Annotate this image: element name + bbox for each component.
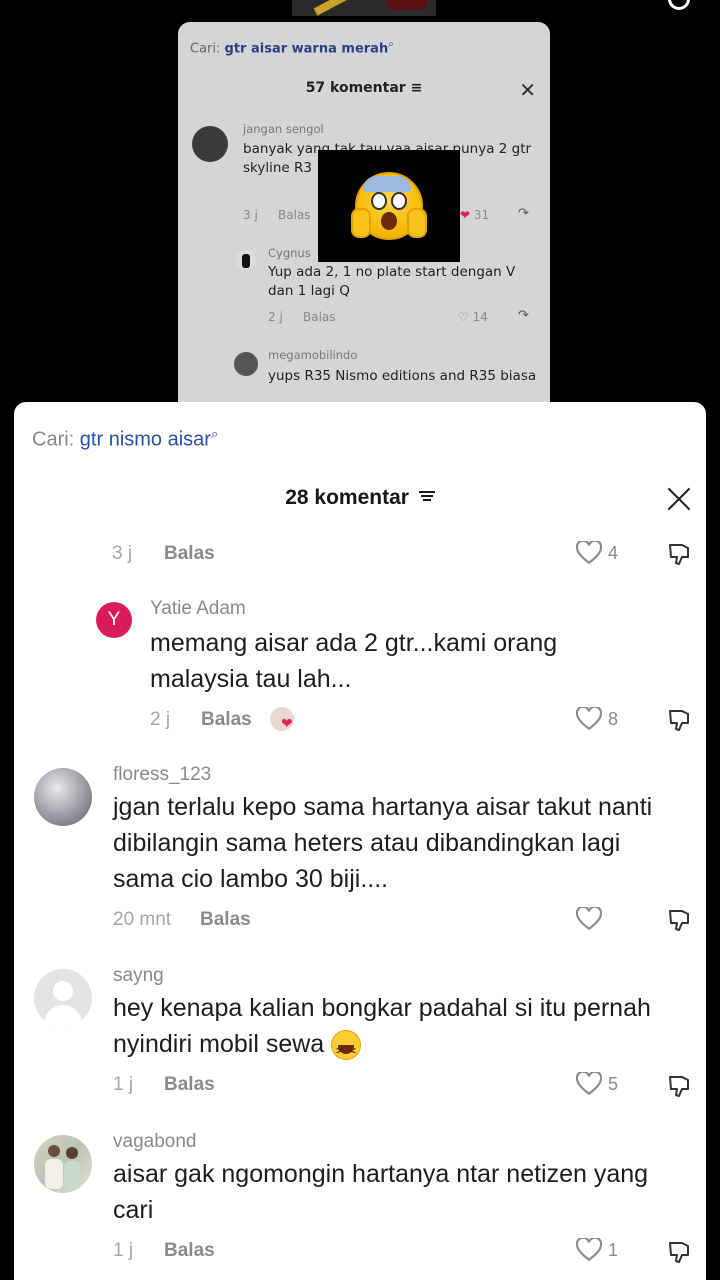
username[interactable]: vagabond — [113, 1131, 196, 1153]
bg-reply-button: Balas — [278, 208, 311, 222]
like-button[interactable]: 1 — [576, 1238, 618, 1262]
reply-button[interactable]: Balas — [201, 709, 252, 731]
username[interactable]: floress_123 — [113, 764, 211, 786]
bg-username: jangan sengol — [243, 122, 324, 136]
bg-comment-count: 57 komentar ≡ — [305, 80, 423, 96]
comment-time: 3 j — [112, 543, 133, 564]
avatar — [234, 352, 258, 376]
dislike-icon[interactable] — [666, 1072, 694, 1100]
bg-username: Cygnus — [268, 246, 311, 260]
video-thumbnail-strip — [292, 0, 436, 16]
bg-like: ❤ 31 — [460, 208, 490, 222]
dislike-icon: ↷ — [518, 206, 529, 221]
heart-icon — [576, 1072, 602, 1096]
like-button[interactable] — [576, 907, 608, 931]
comment-time: 1 j — [113, 1074, 134, 1095]
dislike-icon[interactable] — [666, 540, 694, 568]
bg-comment-time: 3 j — [243, 208, 258, 222]
search-icon: ⌕ — [210, 426, 219, 441]
comment-text: jgan terlalu kepo sama hartanya aisar ta… — [113, 793, 653, 893]
avatar — [236, 250, 256, 270]
comment-text: hey kenapa kalian bongkar padahal si itu… — [113, 990, 673, 1069]
comment-count-header: 28 komentar — [14, 486, 706, 510]
filter-icon[interactable] — [418, 490, 435, 502]
avatar — [192, 126, 228, 162]
bg-comment-text: yups R35 Nismo editions and R35 biasa — [268, 368, 537, 384]
avatar[interactable] — [34, 1135, 92, 1193]
close-button[interactable] — [666, 486, 692, 512]
search-query[interactable]: Cari: gtr nismo aisar⌕ — [32, 426, 218, 452]
avatar[interactable] — [34, 969, 92, 1027]
laughing-emoji — [331, 1030, 362, 1069]
comment-text: aisar gak ngomongin hartanya ntar netize… — [113, 1160, 649, 1224]
bg-username: megamobilindo — [268, 348, 358, 362]
search-icon[interactable] — [668, 0, 690, 10]
bg-reply-button: Balas — [303, 310, 336, 324]
reply-button[interactable]: Balas — [200, 909, 251, 931]
like-button[interactable]: 4 — [576, 541, 618, 565]
bg-comment-time: 2 j — [268, 310, 283, 324]
heart-icon — [576, 1238, 602, 1262]
dislike-icon[interactable] — [666, 706, 694, 734]
bg-comment-text: Yup ada 2, 1 no plate start dengan V dan… — [268, 264, 516, 299]
reply-button[interactable]: Balas — [164, 543, 215, 565]
like-button[interactable]: 5 — [576, 1072, 618, 1096]
heart-icon: ❤ — [281, 715, 293, 731]
close-icon: ✕ — [519, 78, 536, 102]
username[interactable]: sayng — [113, 965, 164, 987]
reply-button[interactable]: Balas — [164, 1240, 215, 1262]
comment-time: 1 j — [113, 1240, 134, 1261]
heart-icon — [576, 541, 602, 565]
dislike-icon[interactable] — [666, 906, 694, 934]
bg-search-query: Cari: gtr aisar warna merah⌕ — [190, 39, 394, 57]
creator-liked-badge: ❤ — [270, 707, 294, 731]
shocked-emoji-sticker — [318, 150, 460, 262]
heart-icon — [576, 707, 602, 731]
search-icon: ⌕ — [388, 39, 394, 50]
dislike-icon[interactable] — [666, 1238, 694, 1266]
username[interactable]: Yatie Adam — [150, 598, 246, 620]
comments-sheet: Cari: gtr nismo aisar⌕ 28 komentar 3 j B… — [14, 402, 706, 1280]
comment-time: 2 j — [150, 709, 171, 730]
avatar[interactable] — [34, 768, 92, 826]
dislike-icon: ↷ — [518, 308, 529, 323]
heart-icon — [576, 907, 602, 931]
like-button[interactable]: 8 — [576, 707, 618, 731]
comment-time: 20 mnt — [113, 909, 172, 930]
comment-text: memang aisar ada 2 gtr...kami orang mala… — [150, 629, 558, 693]
reply-button[interactable]: Balas — [164, 1074, 215, 1096]
bg-like: ♡ 14 — [458, 310, 488, 324]
avatar[interactable]: Y — [96, 602, 132, 638]
